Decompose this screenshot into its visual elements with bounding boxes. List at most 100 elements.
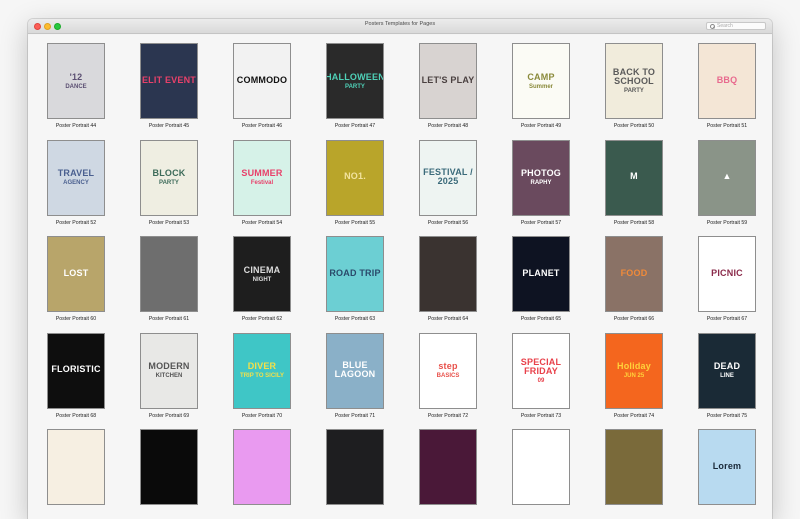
title-bar[interactable]: Posters Templates for Pages [28,19,772,34]
template-thumbnail[interactable]: CAMP Summer [512,43,570,119]
template-item[interactable]: LET'S PLAY Poster Portrait 48 [403,43,493,129]
template-item[interactable]: Lorem [682,429,772,509]
template-item[interactable] [496,429,586,509]
template-thumbnail[interactable]: Holiday JUN 25 [605,332,663,409]
template-item[interactable]: NO1. Poster Portrait 55 [310,139,400,226]
template-label: Poster Portrait 44 [55,123,97,129]
template-thumbnail[interactable] [47,429,105,505]
window-title: Posters Templates for Pages [364,21,436,27]
template-thumbnail[interactable]: M [605,139,663,216]
template-thumbnail[interactable]: DIVER TRIP TO SICILY [233,332,291,409]
thumbnail-headline: M [630,171,638,181]
template-thumbnail[interactable] [512,429,570,505]
template-thumbnail[interactable]: PHOTOG RAPHY [512,139,570,216]
template-thumbnail[interactable]: BBQ [698,43,756,119]
thumbnail-headline: LOST [63,267,89,278]
template-item[interactable]: ROAD TRIP Poster Portrait 63 [310,236,400,322]
thumbnail-headline: FESTIVAL / 2025 [423,166,473,186]
template-thumbnail[interactable]: BLUE LAGOON [326,332,384,409]
template-item[interactable] [217,429,307,509]
template-item[interactable]: FLORISTIC Poster Portrait 68 [31,332,121,419]
template-thumbnail[interactable]: Lorem [698,429,756,505]
template-item[interactable]: FOOD Poster Portrait 66 [589,236,679,322]
template-item[interactable]: Poster Portrait 64 [403,236,493,322]
template-item[interactable] [403,429,493,509]
template-thumbnail[interactable]: '12 DANCE [47,43,105,119]
template-thumbnail[interactable] [140,236,198,312]
template-thumbnail[interactable]: FESTIVAL / 2025 [419,139,477,216]
template-thumbnail[interactable]: DEAD LINE [698,332,756,409]
template-item[interactable]: DEAD LINE Poster Portrait 75 [682,332,772,419]
template-thumbnail[interactable]: PICNIC [698,236,756,312]
template-item[interactable]: SUMMER Festival Poster Portrait 54 [217,139,307,226]
template-item[interactable]: BLUE LAGOON Poster Portrait 71 [310,332,400,419]
template-item[interactable]: ELIT EVENT Poster Portrait 45 [124,43,214,129]
template-item[interactable]: M Poster Portrait 58 [589,139,679,226]
template-thumbnail[interactable] [605,429,663,505]
template-thumbnail[interactable]: ROAD TRIP [326,236,384,312]
template-thumbnail[interactable]: HALLOWEEN PARTY [326,43,384,119]
thumbnail-headline: ELIT EVENT [141,74,196,85]
template-thumbnail[interactable] [419,429,477,505]
template-thumbnail[interactable]: BACK TO SCHOOL PARTY [605,43,663,119]
template-item[interactable] [31,429,121,509]
template-thumbnail[interactable]: SPECIAL FRIDAY 09 [512,332,570,409]
template-thumbnail[interactable]: TRAVEL AGENCY [47,139,105,216]
search-field[interactable] [706,22,766,30]
template-item[interactable]: MODERN KITCHEN Poster Portrait 69 [124,332,214,419]
template-thumbnail[interactable] [326,429,384,505]
template-thumbnail[interactable]: LET'S PLAY [419,43,477,119]
template-thumbnail[interactable]: LOST [47,236,105,312]
template-item[interactable]: BLOCK PARTY Poster Portrait 53 [124,139,214,226]
template-label: Poster Portrait 64 [427,316,469,322]
template-thumbnail[interactable]: MODERN KITCHEN [140,332,198,409]
template-thumbnail[interactable]: COMMODO [233,43,291,119]
template-thumbnail[interactable] [419,236,477,312]
search-input[interactable] [717,23,765,29]
template-thumbnail[interactable]: ELIT EVENT [140,43,198,119]
template-item[interactable]: BACK TO SCHOOL PARTY Poster Portrait 50 [589,43,679,129]
template-item[interactable]: LOST Poster Portrait 60 [31,236,121,322]
thumbnail-headline: BLOCK [152,168,186,178]
template-thumbnail[interactable] [233,429,291,505]
template-item[interactable]: CAMP Summer Poster Portrait 49 [496,43,586,129]
template-thumbnail[interactable]: FLORISTIC [47,332,105,409]
template-thumbnail[interactable]: FOOD [605,236,663,312]
template-thumbnail[interactable]: CINEMA NIGHT [233,236,291,312]
template-gallery[interactable]: '12 DANCE Poster Portrait 44 ELIT EVENT Post… [28,35,772,519]
template-label: Poster Portrait 47 [334,123,376,129]
template-item[interactable]: BBQ Poster Portrait 51 [682,43,772,129]
template-item[interactable]: Poster Portrait 61 [124,236,214,322]
thumbnail-subline: Summer [528,83,553,90]
template-thumbnail[interactable] [140,429,198,505]
template-item[interactable]: SPECIAL FRIDAY 09 Poster Portrait 73 [496,332,586,419]
template-thumbnail[interactable]: SUMMER Festival [233,139,291,216]
template-item[interactable]: '12 DANCE Poster Portrait 44 [31,43,121,129]
template-item[interactable] [124,429,214,509]
template-item[interactable]: HALLOWEEN PARTY Poster Portrait 47 [310,43,400,129]
template-label: Poster Portrait 67 [706,316,748,322]
template-item[interactable]: CINEMA NIGHT Poster Portrait 62 [217,236,307,322]
template-item[interactable]: DIVER TRIP TO SICILY Poster Portrait 70 [217,332,307,419]
template-thumbnail[interactable]: NO1. [326,139,384,216]
template-item[interactable]: step BASICS Poster Portrait 72 [403,332,493,419]
template-label: Poster Portrait 49 [520,123,562,129]
thumbnail-headline: BLUE LAGOON [334,359,376,379]
template-item[interactable]: PHOTOG RAPHY Poster Portrait 57 [496,139,586,226]
template-item[interactable] [589,429,679,509]
template-item[interactable]: PLANET Poster Portrait 65 [496,236,586,322]
template-thumbnail[interactable]: PLANET [512,236,570,312]
template-item[interactable]: TRAVEL AGENCY Poster Portrait 52 [31,139,121,226]
template-item[interactable]: ▲ Poster Portrait 59 [682,139,772,226]
template-label: Poster Portrait 45 [148,123,190,129]
template-item[interactable] [310,429,400,509]
template-thumbnail[interactable]: ▲ [698,139,756,216]
template-item[interactable]: COMMODO Poster Portrait 46 [217,43,307,129]
template-item[interactable]: PICNIC Poster Portrait 67 [682,236,772,322]
template-label: Poster Portrait 63 [334,316,376,322]
thumbnail-subline: BASICS [436,373,460,379]
template-item[interactable]: Holiday JUN 25 Poster Portrait 74 [589,332,679,419]
template-thumbnail[interactable]: step BASICS [419,332,477,409]
template-item[interactable]: FESTIVAL / 2025 Poster Portrait 56 [403,139,493,226]
template-thumbnail[interactable]: BLOCK PARTY [140,139,198,216]
